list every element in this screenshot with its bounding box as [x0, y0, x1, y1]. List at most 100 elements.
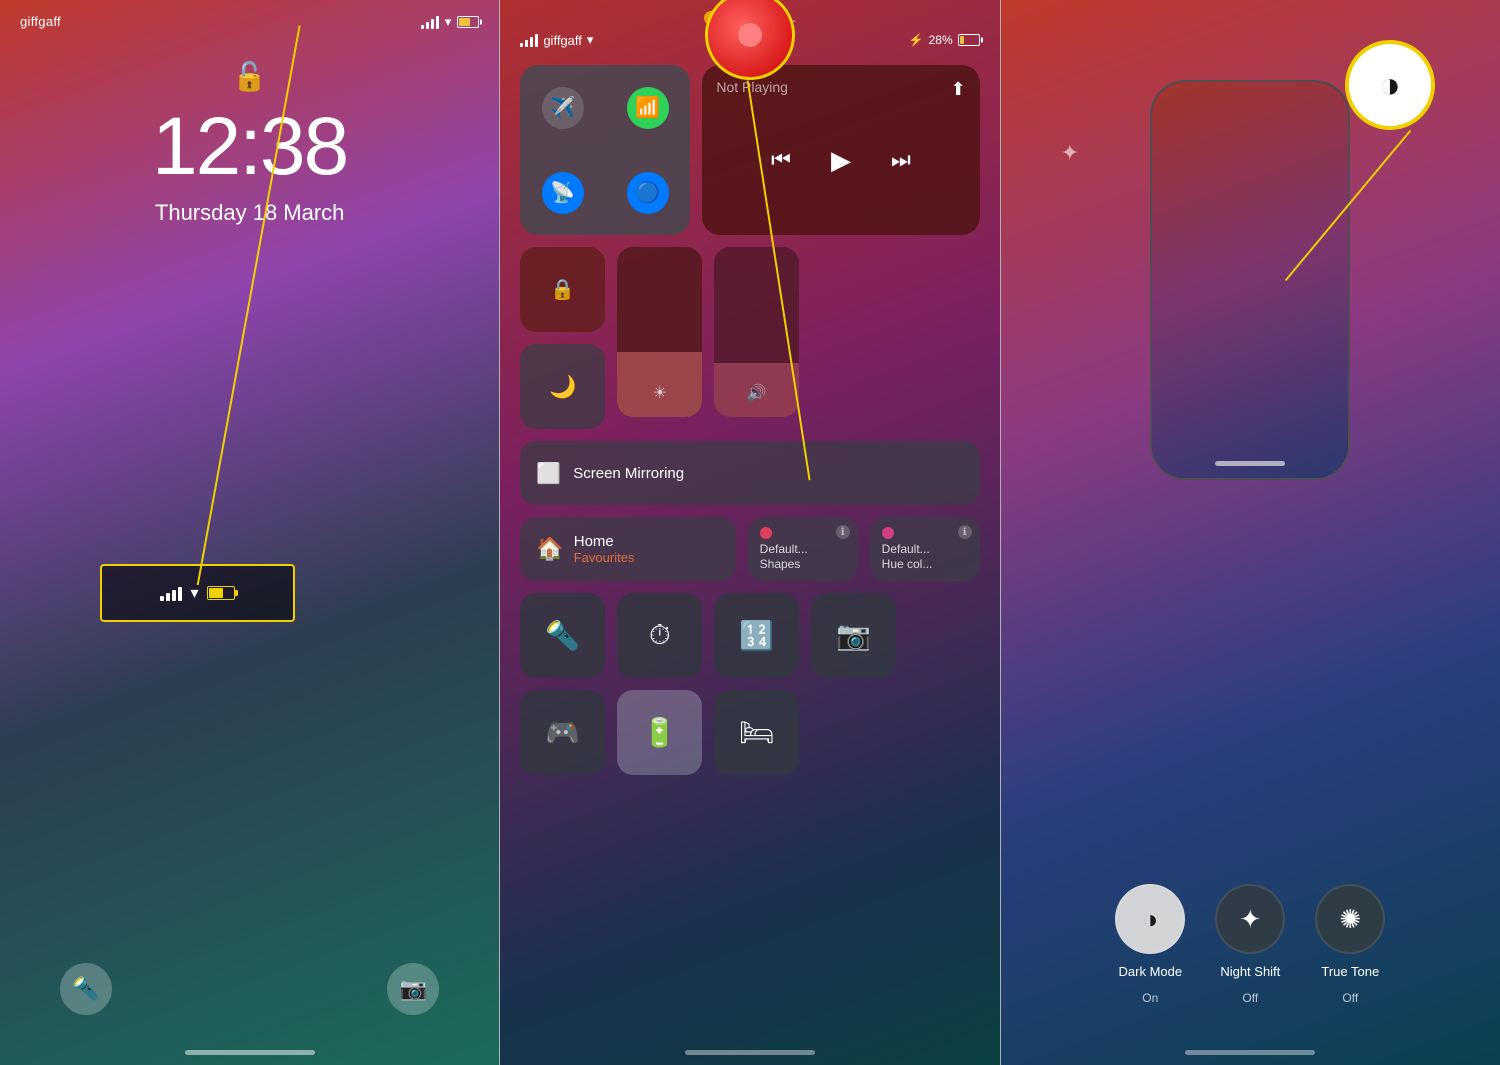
hue-dot-2: [882, 527, 894, 539]
camera-button[interactable]: 📷: [387, 963, 439, 1015]
media-controls: ⏮ ▶ ⏭: [716, 99, 965, 221]
cc-row-connectivity-media: ✈️ 📶 📡 🔵 Not Playing ⬆: [520, 65, 979, 235]
home-indicator: [185, 1050, 315, 1055]
hue-col-button[interactable]: Default... Hue col... ℹ: [870, 517, 980, 581]
wifi-button[interactable]: 📡: [520, 150, 605, 235]
media-player: Not Playing ⬆ ⏮ ▶ ⏭: [702, 65, 979, 235]
bluetooth-button[interactable]: 🔵: [605, 150, 690, 235]
invert-circle-annotation: ◑: [1345, 40, 1435, 130]
timer-button[interactable]: ⏱: [617, 593, 702, 678]
home-text: Home Favourites: [574, 533, 635, 565]
night-shift-icon: ✦: [1239, 904, 1261, 935]
home-subtitle: Favourites: [574, 550, 635, 565]
cc-battery-percent: 28%: [929, 33, 953, 47]
cc-home-indicator: [685, 1050, 815, 1055]
dark-mode-icon: ◑: [1142, 904, 1158, 935]
lock-bottom-actions: 🔦 📷: [0, 963, 499, 1015]
lock-screen-panel: giffgaff ▾ 🔓 12:38 Thursday 18 March ▾: [0, 0, 499, 1065]
hue-shapes-button[interactable]: Default... Shapes ℹ: [748, 517, 858, 581]
airplay-icon[interactable]: ⬆: [951, 79, 966, 100]
wifi-cc-icon: 📡: [542, 172, 584, 214]
cc-right-status: ⚡ 28%: [909, 33, 980, 47]
true-tone-option: ✺ True Tone Off: [1315, 884, 1385, 1005]
sun-brightness-icon: ✦: [1061, 140, 1079, 166]
dark-mode-status: On: [1142, 991, 1158, 1005]
carrier-label: giffgaff: [20, 14, 61, 29]
cc-connectivity-grid: ✈️ 📶 📡 🔵: [520, 65, 690, 235]
night-shift-button[interactable]: ✦: [1215, 884, 1285, 954]
hue-dot-1: [760, 527, 772, 539]
highlight-signal-icon: [160, 585, 182, 601]
display-options-panel: ◑ ✦ ◑ Dark Mode On ✦ Night Shift Off: [1001, 0, 1500, 1065]
cc-wifi-icon: ▾: [587, 32, 594, 48]
fast-forward-button[interactable]: ⏭: [891, 147, 911, 173]
camera-cc-button[interactable]: 📷: [811, 593, 896, 678]
rotation-lock-icon: 🔒: [550, 277, 575, 302]
hue-shapes-label: Default... Shapes: [760, 542, 808, 571]
lock-time: 12:38: [152, 100, 347, 194]
invert-icon: ◑: [1379, 64, 1401, 106]
screen-mirroring-icon: ⬜: [536, 461, 561, 486]
charging-icon: ⚡: [909, 33, 924, 47]
remote-button[interactable]: 🎮: [520, 690, 605, 775]
cc-signal-icon: [520, 33, 538, 47]
airplane-icon: ✈️: [542, 87, 584, 129]
airplane-mode-button[interactable]: ✈️: [520, 65, 605, 150]
volume-icon: 🔊: [747, 383, 767, 403]
signal-icon: [421, 15, 439, 29]
cellular-button[interactable]: 📶: [605, 65, 690, 150]
screen-mirroring-label: Screen Mirroring: [573, 465, 684, 482]
screen-mirroring-button[interactable]: ⬜ Screen Mirroring: [520, 441, 979, 505]
brightness-slider[interactable]: ☀: [617, 247, 702, 417]
dark-mode-button[interactable]: ◑: [1115, 884, 1185, 954]
home-button[interactable]: 🏠 Home Favourites: [520, 517, 735, 581]
volume-slider[interactable]: 🔊: [714, 247, 799, 417]
dark-mode-label: Dark Mode: [1119, 964, 1183, 981]
battery-icon: [457, 16, 479, 28]
night-shift-option: ✦ Night Shift Off: [1215, 884, 1285, 1005]
torch-button[interactable]: 🔦: [60, 963, 112, 1015]
highlight-wifi-icon: ▾: [190, 583, 198, 603]
calculator-button[interactable]: 🔢: [714, 593, 799, 678]
display-home-indicator: [1185, 1050, 1315, 1055]
iphone-mockup: [1150, 80, 1350, 480]
moon-icon: 🌙: [549, 374, 576, 400]
home-title: Home: [574, 533, 635, 550]
brightness-icon: ☀: [653, 383, 667, 403]
cc-row-sliders: 🔒 🌙 ☀ 🔊: [520, 247, 979, 429]
true-tone-button[interactable]: ✺: [1315, 884, 1385, 954]
play-button[interactable]: ▶: [821, 140, 861, 180]
hue-info-icon: ℹ: [836, 525, 850, 539]
rotation-lock-button[interactable]: 🔒: [520, 247, 605, 332]
lock-date: Thursday 18 March: [155, 200, 345, 226]
cc-row-mirroring: ⬜ Screen Mirroring: [520, 441, 979, 505]
lock-status-bar: ▾: [421, 14, 480, 30]
true-tone-label: True Tone: [1321, 964, 1379, 981]
cc-row-remote: 🎮 🔋 🛏: [520, 690, 979, 775]
night-shift-label: Night Shift: [1220, 964, 1280, 981]
true-tone-status: Off: [1342, 991, 1358, 1005]
home-icon: 🏠: [536, 536, 563, 562]
night-shift-status: Off: [1242, 991, 1258, 1005]
lock-icon: 🔓: [232, 60, 267, 93]
control-center-panel: 🎤 Siri, recent... giffgaff ▾ ⚡ 28%: [500, 0, 999, 1065]
cellular-icon: 📶: [627, 87, 669, 129]
hue-col-info-icon: ℹ: [958, 525, 972, 539]
iphone-home-bar: [1215, 461, 1285, 466]
wifi-icon: ▾: [445, 14, 452, 30]
sleep-button[interactable]: 🛏: [714, 690, 799, 775]
cc-content: ✈️ 📶 📡 🔵 Not Playing ⬆: [520, 65, 979, 775]
cc-row-icons: 🔦 ⏱ 🔢 📷: [520, 593, 979, 678]
battery-widget-button[interactable]: 🔋: [617, 690, 702, 775]
hue-col-label: Default... Hue col...: [882, 542, 933, 571]
cc-carrier: giffgaff: [543, 33, 582, 48]
dark-mode-option: ◑ Dark Mode On: [1115, 884, 1185, 1005]
cc-left-status: giffgaff ▾: [520, 32, 593, 48]
brightness-dot: [738, 23, 762, 47]
status-bar-highlight-box: ▾: [100, 564, 295, 622]
true-tone-icon: ✺: [1339, 904, 1361, 935]
do-not-disturb-button[interactable]: 🌙: [520, 344, 605, 429]
rewind-button[interactable]: ⏮: [771, 147, 791, 173]
torch-cc-button[interactable]: 🔦: [520, 593, 605, 678]
cc-battery-icon: [958, 34, 980, 46]
